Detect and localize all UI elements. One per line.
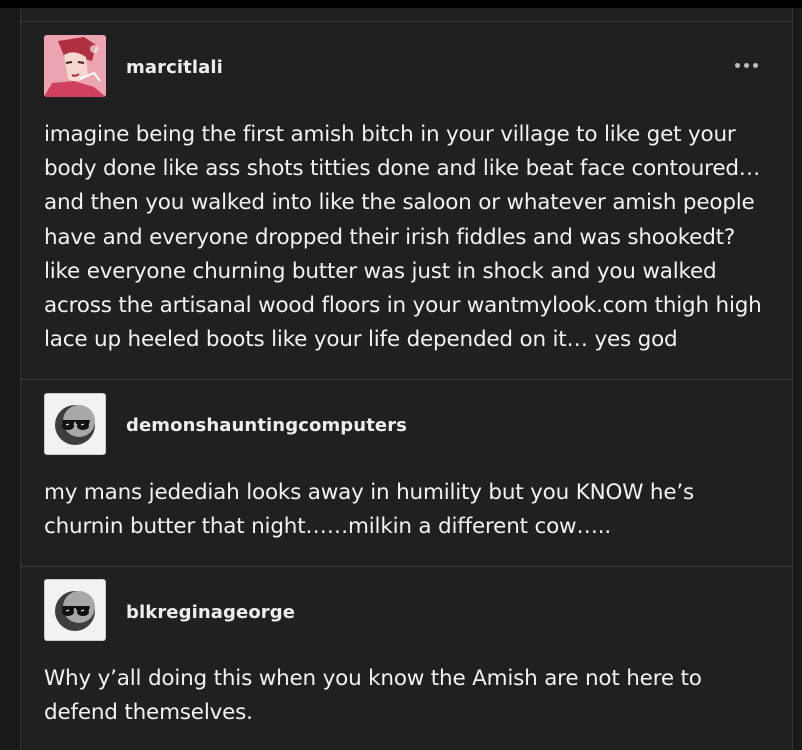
divider xyxy=(20,566,793,567)
post-body-text: my mans jedediah looks away in humility … xyxy=(44,480,694,540)
more-options-button[interactable] xyxy=(728,52,764,78)
divider xyxy=(20,21,793,22)
anime-character-avatar-icon xyxy=(44,35,106,97)
top-bar xyxy=(0,0,802,8)
ellipsis-icon xyxy=(752,62,758,68)
sunglasses-moon-icon xyxy=(45,394,105,454)
post-username[interactable]: blkreginageorge xyxy=(126,602,295,623)
sunglasses-moon-icon xyxy=(45,580,105,640)
avatar[interactable] xyxy=(44,579,106,641)
avatar[interactable] xyxy=(44,35,106,97)
post-username[interactable]: demonshauntingcomputers xyxy=(126,415,407,436)
avatar[interactable] xyxy=(44,393,106,455)
page: marcitlali imagine being the first amish… xyxy=(0,0,802,750)
post-body-text: Why y’all doing this when you know the A… xyxy=(44,666,702,726)
post-username[interactable]: marcitlali xyxy=(126,57,223,78)
post-body-text: imagine being the first amish bitch in y… xyxy=(44,122,762,353)
ellipsis-icon xyxy=(734,62,740,68)
ellipsis-icon xyxy=(743,62,749,68)
divider xyxy=(20,379,793,380)
